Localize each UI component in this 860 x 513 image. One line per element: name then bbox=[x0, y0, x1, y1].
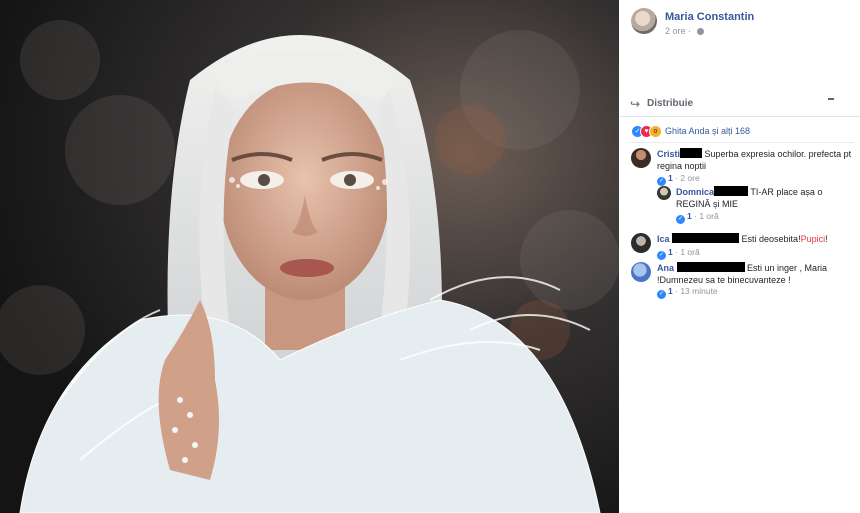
facebook-photo-viewer: Maria Constantin 2 ore · ↪ Distribuie ✓ … bbox=[0, 0, 860, 513]
author-avatar[interactable] bbox=[631, 8, 657, 34]
replier-name[interactable]: Domnica bbox=[676, 187, 714, 197]
meta-separator: · bbox=[688, 26, 692, 36]
comment-item: Ica Esti deosebita!Pupici! ✓ 1 · 1 oră bbox=[631, 233, 856, 261]
globe-icon[interactable] bbox=[696, 28, 704, 35]
redaction-bar bbox=[714, 186, 749, 196]
like-icon: ✓ bbox=[657, 177, 666, 186]
redaction-bar bbox=[672, 233, 740, 243]
post-meta: 2 ore · bbox=[665, 26, 704, 36]
like-icon: ✓ bbox=[657, 251, 666, 260]
meta-separator: · bbox=[694, 211, 697, 221]
share-row: ↪ Distribuie bbox=[619, 92, 860, 117]
comment-time[interactable]: 2 ore bbox=[680, 173, 699, 183]
commenter-avatar[interactable] bbox=[631, 262, 651, 282]
comment-text: Esti deosebita! bbox=[739, 234, 801, 244]
comment-body: Ana Esti un inger , Maria !Dumnezeu sa t… bbox=[657, 262, 852, 286]
post-header: Maria Constantin 2 ore · bbox=[631, 8, 851, 40]
share-button[interactable]: Distribuie bbox=[647, 98, 693, 109]
like-icon: ✓ bbox=[657, 290, 666, 299]
redaction-bar bbox=[680, 148, 703, 158]
reply-body: Domnica TI-AR place așa o REGINĂ și MIE bbox=[676, 186, 856, 210]
comment-tail: ! bbox=[825, 234, 828, 244]
comment-meta: ✓ 1 · 13 minute bbox=[657, 286, 718, 299]
commenter-name[interactable]: Ana bbox=[657, 263, 674, 273]
meta-separator: · bbox=[675, 247, 678, 257]
comment-meta: ✓ 1 · 1 oră bbox=[657, 247, 700, 260]
like-count[interactable]: 1 bbox=[668, 173, 673, 183]
commenter-avatar[interactable] bbox=[631, 233, 651, 253]
commenter-avatar[interactable] bbox=[631, 148, 651, 168]
post-time[interactable]: 2 ore bbox=[665, 26, 686, 36]
like-icon: ✓ bbox=[676, 215, 685, 224]
redaction-bar bbox=[676, 262, 745, 272]
author-name[interactable]: Maria Constantin bbox=[665, 11, 754, 23]
like-count[interactable]: 1 bbox=[687, 211, 692, 221]
comment-item: Ana Esti un inger , Maria !Dumnezeu sa t… bbox=[631, 262, 856, 299]
wow-reaction-icon: o bbox=[649, 125, 662, 138]
meta-separator: · bbox=[675, 286, 678, 296]
comment-item: Cristi Superba expresia ochilor. prefect… bbox=[631, 148, 856, 188]
photo-illustration bbox=[0, 0, 619, 513]
replier-avatar[interactable] bbox=[657, 186, 671, 200]
like-count[interactable]: 1 bbox=[668, 247, 673, 257]
like-count[interactable]: 1 bbox=[668, 286, 673, 296]
divider bbox=[629, 142, 854, 143]
comment-highlight: Pupici bbox=[800, 234, 826, 244]
comment-body: Ica Esti deosebita!Pupici! bbox=[657, 233, 852, 245]
reply-meta: ✓ 1 · 1 oră bbox=[676, 211, 719, 224]
comment-body: Cristi Superba expresia ochilor. prefect… bbox=[657, 148, 852, 172]
share-icon[interactable]: ↪ bbox=[630, 97, 640, 111]
post-side-panel: Maria Constantin 2 ore · ↪ Distribuie ✓ … bbox=[619, 0, 860, 513]
reactions-text[interactable]: Ghita Anda și alți 168 bbox=[665, 126, 750, 136]
post-photo[interactable] bbox=[0, 0, 619, 513]
commenter-name[interactable]: Ica bbox=[657, 234, 670, 244]
dropdown-caret-icon[interactable] bbox=[828, 98, 834, 100]
comment-meta: ✓ 1 · 2 ore bbox=[657, 173, 700, 186]
reply-item: Domnica TI-AR place așa o REGINĂ și MIE … bbox=[657, 186, 857, 224]
commenter-name[interactable]: Cristi bbox=[657, 149, 680, 159]
comment-time[interactable]: 13 minute bbox=[680, 286, 717, 296]
comment-time[interactable]: 1 oră bbox=[680, 247, 699, 257]
meta-separator: · bbox=[675, 173, 678, 183]
reply-time[interactable]: 1 oră bbox=[699, 211, 718, 221]
